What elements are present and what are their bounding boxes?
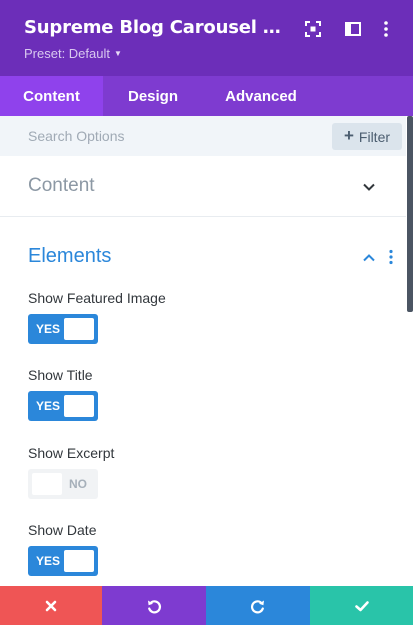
option-label-date: Show Date (28, 522, 97, 538)
modal-title: Supreme Blog Carousel Settings (24, 17, 292, 38)
sidebar-layout-icon[interactable] (344, 20, 362, 38)
section-content-toggle[interactable]: Content (0, 156, 406, 217)
toggle-state: NO (69, 477, 87, 491)
redo-button[interactable] (206, 586, 310, 625)
tab-design[interactable]: Design (103, 76, 203, 116)
expand-icon[interactable] (304, 20, 322, 38)
undo-icon (148, 599, 162, 613)
filter-label: Filter (358, 128, 391, 145)
checkmark-icon (354, 600, 369, 611)
save-button[interactable] (310, 586, 413, 625)
close-icon (45, 600, 57, 611)
filter-button[interactable]: + Filter (332, 123, 402, 150)
modal-header: Supreme Blog Carousel Settings Preset: D… (0, 0, 413, 76)
tab-content[interactable]: Content (0, 76, 103, 116)
settings-tabs: Content Design Advanced (0, 76, 413, 116)
preset-label: Preset: Default (24, 46, 110, 61)
toggle-knob (64, 550, 94, 572)
toggle-excerpt[interactable]: NO (28, 469, 98, 499)
scrollbar[interactable] (407, 116, 413, 312)
footer-actions (0, 586, 413, 625)
option-label-excerpt: Show Excerpt (28, 445, 115, 461)
toggle-title[interactable]: YES (28, 391, 98, 421)
toggle-state: YES (36, 322, 61, 336)
chevron-up-icon[interactable] (362, 251, 376, 265)
more-options-icon[interactable] (377, 20, 395, 38)
toggle-state: YES (36, 554, 61, 568)
section-elements-title[interactable]: Elements (28, 245, 111, 268)
toggle-knob (64, 318, 94, 340)
toggle-state: YES (36, 399, 61, 413)
cancel-button[interactable] (0, 586, 102, 625)
caret-down-icon: ▼ (114, 49, 122, 58)
search-input[interactable] (0, 116, 320, 156)
toggle-featured-image[interactable]: YES (28, 314, 98, 344)
toggle-date[interactable]: YES (28, 546, 98, 576)
tab-advanced[interactable]: Advanced (203, 76, 319, 116)
plus-icon: + (343, 126, 354, 145)
section-content-title: Content (28, 175, 95, 196)
toggle-knob (64, 395, 94, 417)
option-label-featured-image: Show Featured Image (28, 290, 166, 306)
undo-button[interactable] (102, 586, 206, 625)
chevron-down-icon (363, 183, 375, 191)
toggle-knob (32, 473, 62, 495)
redo-icon (250, 599, 264, 613)
option-label-title: Show Title (28, 367, 93, 383)
search-bar: + Filter (0, 116, 406, 156)
preset-dropdown[interactable]: Preset: Default ▼ (24, 46, 122, 61)
section-menu-icon[interactable] (386, 249, 396, 265)
